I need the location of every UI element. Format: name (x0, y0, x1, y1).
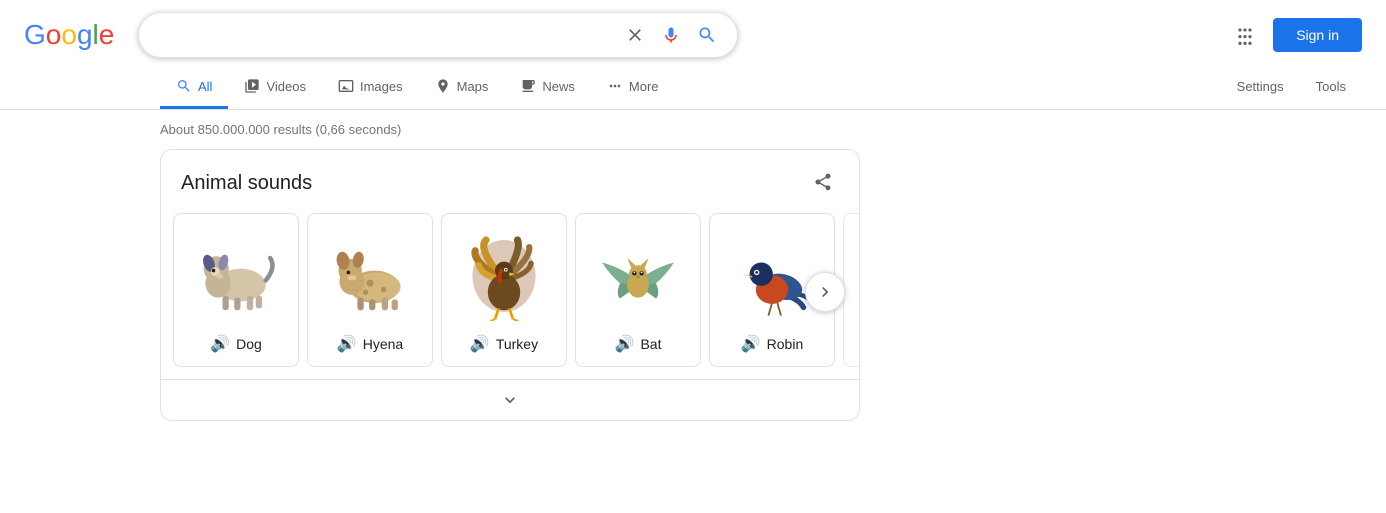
image-icon (338, 78, 354, 94)
dog-svg (191, 231, 281, 321)
dots-icon (607, 78, 623, 94)
clear-button[interactable] (621, 21, 649, 49)
map-pin-icon (435, 78, 451, 94)
tab-videos-label: Videos (266, 79, 306, 94)
animal-image-partial (856, 226, 859, 326)
turkey-name: Turkey (496, 336, 538, 352)
robin-label: 🔊 Robin (741, 334, 804, 354)
search-input[interactable]: What sound does a dog make (155, 26, 613, 44)
results-info: About 850.000.000 results (0,66 seconds) (0, 110, 1386, 149)
hyena-label: 🔊 Hyena (337, 334, 403, 354)
turkey-svg (459, 231, 549, 321)
animal-image-robin (722, 226, 822, 326)
animal-card-turkey[interactable]: 🔊 Turkey (441, 213, 567, 367)
sound-icon-dog: 🔊 (210, 334, 230, 354)
bat-svg (593, 231, 683, 321)
chevron-down-icon (500, 390, 520, 410)
video-icon (244, 78, 260, 94)
card-title: Animal sounds (181, 172, 312, 195)
scroll-next-button[interactable] (805, 272, 845, 312)
animal-image-bat (588, 226, 688, 326)
animal-sounds-card: Animal sounds (160, 149, 860, 421)
nav-right: Settings Tools (1221, 67, 1386, 109)
tab-maps[interactable]: Maps (419, 66, 505, 109)
robin-svg (727, 231, 817, 321)
tools-label: Tools (1316, 79, 1346, 94)
tab-more[interactable]: More (591, 66, 675, 109)
header-right: Sign in (1229, 18, 1362, 52)
sound-icon-bat: 🔊 (615, 334, 635, 354)
apps-button[interactable] (1229, 19, 1261, 51)
sign-in-button[interactable]: Sign in (1273, 18, 1362, 52)
share-icon (813, 172, 833, 192)
hyena-name: Hyena (363, 336, 403, 352)
header: Google What sound does a dog make (0, 0, 1386, 58)
microphone-icon (661, 25, 681, 45)
hyena-svg (325, 231, 415, 321)
tab-videos[interactable]: Videos (228, 66, 322, 109)
clear-icon (625, 25, 645, 45)
dog-name: Dog (236, 336, 262, 352)
search-color-icon (176, 78, 192, 94)
share-button[interactable] (807, 166, 839, 201)
chevron-right-icon (815, 282, 835, 302)
tab-images-label: Images (360, 79, 403, 94)
tab-all-label: All (198, 79, 212, 94)
grid-icon (1235, 25, 1255, 45)
card-expand-button[interactable] (161, 379, 859, 420)
search-icon (697, 25, 717, 45)
sound-icon-hyena: 🔊 (337, 334, 357, 354)
tab-all[interactable]: All (160, 66, 228, 109)
bat-name: Bat (640, 336, 661, 352)
tab-tools[interactable]: Tools (1300, 67, 1362, 109)
settings-label: Settings (1237, 79, 1284, 94)
tab-settings[interactable]: Settings (1221, 67, 1300, 109)
animal-image-turkey (454, 226, 554, 326)
robin-name: Robin (767, 336, 804, 352)
animal-card-partial[interactable]: 🔊 (843, 213, 859, 367)
turkey-label: 🔊 Turkey (470, 334, 538, 354)
google-logo[interactable]: Google (24, 19, 114, 51)
nav-tabs: All Videos Images Maps News More (0, 66, 1386, 110)
animal-scroll-container: 🔊 Dog (161, 213, 859, 379)
bat-label: 🔊 Bat (615, 334, 662, 354)
animal-card-hyena[interactable]: 🔊 Hyena (307, 213, 433, 367)
results-count: About 850.000.000 results (0,66 seconds) (160, 122, 401, 137)
sound-icon-robin: 🔊 (741, 334, 761, 354)
tab-more-label: More (629, 79, 659, 94)
tab-news[interactable]: News (504, 66, 591, 109)
animal-image-hyena (320, 226, 420, 326)
animal-card-bat[interactable]: 🔊 Bat (575, 213, 701, 367)
tab-images[interactable]: Images (322, 66, 419, 109)
animal-image-dog (186, 226, 286, 326)
search-button[interactable] (693, 21, 721, 49)
sound-icon-turkey: 🔊 (470, 334, 490, 354)
card-header: Animal sounds (161, 150, 859, 213)
tab-news-label: News (542, 79, 575, 94)
tab-maps-label: Maps (457, 79, 489, 94)
search-bar: What sound does a dog make (138, 12, 738, 58)
animal-card-dog[interactable]: 🔊 Dog (173, 213, 299, 367)
search-icons (621, 21, 721, 49)
voice-search-button[interactable] (657, 21, 685, 49)
news-icon (520, 78, 536, 94)
dog-label: 🔊 Dog (210, 334, 262, 354)
